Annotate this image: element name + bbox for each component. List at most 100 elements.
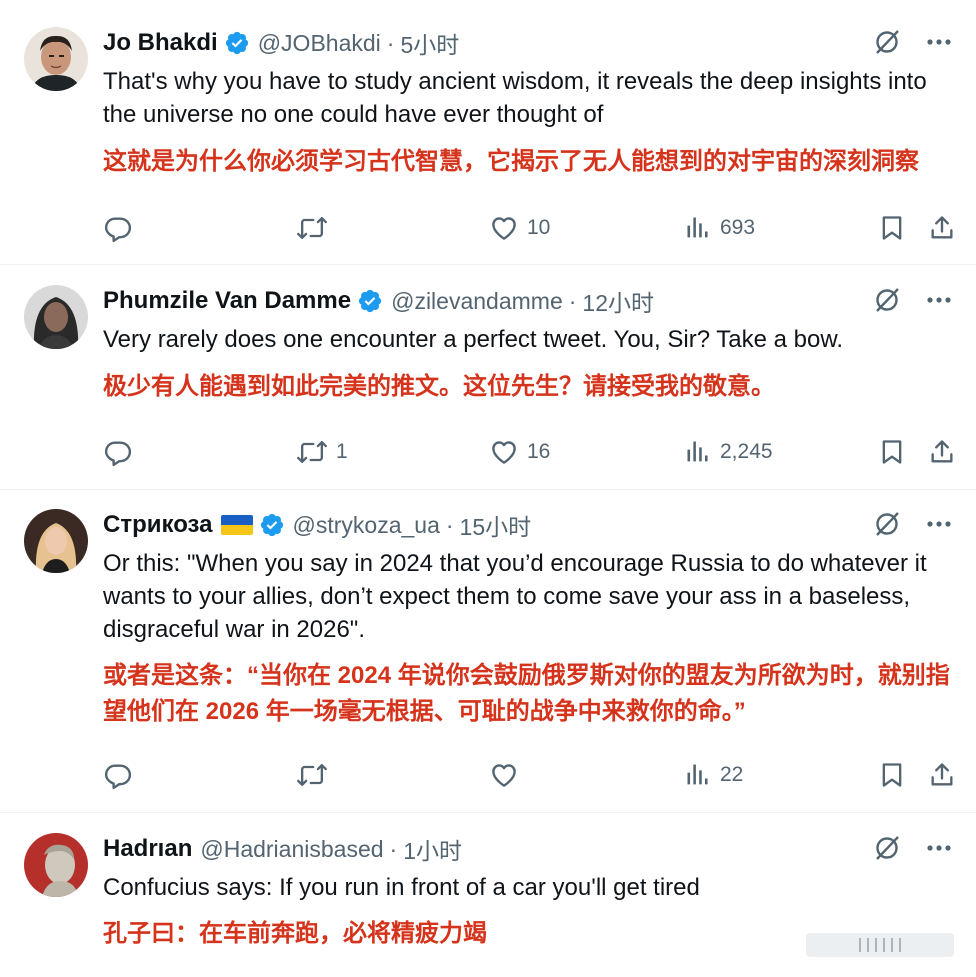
timeline-feed: Jo Bhakdi @JOBhakdi · 5小时 That's why you…: [0, 0, 976, 977]
repost-button[interactable]: [296, 759, 336, 791]
post[interactable]: Phumzile Van Damme @zilevandamme · 12小时 …: [0, 285, 976, 475]
reply-icon: [104, 441, 132, 467]
post-divider: [0, 264, 976, 265]
separator-dot: ·: [389, 835, 398, 862]
views-count: 2,245: [720, 440, 773, 463]
reply-button[interactable]: [103, 212, 141, 244]
like-button[interactable]: 16: [489, 436, 550, 468]
post-header: Hadrıan @Hadrianisbased · 1小时: [103, 833, 462, 865]
separator-dot: ·: [568, 287, 577, 314]
bookmark-button[interactable]: [878, 212, 906, 244]
views-button[interactable]: 22: [684, 759, 743, 791]
more-options-icon[interactable]: [924, 509, 954, 539]
post-divider: [0, 812, 976, 813]
post-top-controls: [872, 509, 954, 539]
more-options-icon[interactable]: [924, 27, 954, 57]
grok-icon[interactable]: [872, 27, 902, 57]
share-icon: [931, 440, 953, 463]
bookmark-button[interactable]: [878, 759, 906, 791]
post-timestamp[interactable]: 5小时: [400, 26, 459, 60]
avatar[interactable]: [24, 27, 88, 91]
post-action-bar: 10 693: [0, 212, 976, 244]
user-handle[interactable]: @JOBhakdi: [258, 30, 381, 57]
post-text: Or this: "When you say in 2024 that you’…: [103, 550, 927, 643]
post-top-controls: [872, 27, 954, 57]
like-icon: [492, 764, 516, 787]
verified-badge-icon: [357, 288, 383, 314]
reply-button[interactable]: [103, 759, 141, 791]
views-button[interactable]: 693: [684, 212, 755, 244]
post-text: Confucius says: If you run in front of a…: [103, 874, 700, 901]
user-handle[interactable]: @zilevandamme: [391, 288, 563, 315]
avatar[interactable]: [24, 509, 88, 573]
like-count: 16: [527, 440, 551, 463]
views-icon: [687, 764, 708, 785]
repost-count: 1: [336, 440, 348, 463]
user-handle[interactable]: @Hadrianisbased: [200, 836, 383, 863]
post-divider: [0, 489, 976, 490]
post[interactable]: Стрикоза @strykoza_ua · 15小时 Or this: "W…: [0, 509, 976, 809]
post-action-bar: 1 16 2,245: [0, 436, 976, 468]
bookmark-icon: [882, 216, 902, 240]
post-top-controls: [872, 833, 954, 863]
post-translation: 或者是这条：“当你在 2024 年说你会鼓励俄罗斯对你的盟友为所欲为时，就别指望…: [103, 662, 950, 725]
share-icon: [931, 763, 953, 786]
post-header: Стрикоза @strykoza_ua · 15小时: [103, 509, 531, 541]
bookmark-icon: [882, 440, 902, 464]
bookmark-button[interactable]: [878, 436, 906, 468]
display-name[interactable]: Phumzile Van Damme: [103, 287, 351, 315]
post[interactable]: Jo Bhakdi @JOBhakdi · 5小时 That's why you…: [0, 27, 976, 267]
grok-icon[interactable]: [872, 285, 902, 315]
display-name[interactable]: Hadrıan: [103, 835, 192, 863]
post-top-controls: [872, 285, 954, 315]
like-icon: [492, 441, 516, 464]
ukraine-flag-icon: [220, 515, 253, 535]
views-icon: [687, 441, 708, 462]
share-button[interactable]: [928, 759, 956, 791]
verified-badge-icon: [259, 512, 285, 538]
share-button[interactable]: [928, 212, 956, 244]
post-text: That's why you have to study ancient wis…: [103, 68, 927, 128]
grok-icon[interactable]: [872, 509, 902, 539]
post-timestamp[interactable]: 15小时: [460, 508, 532, 542]
user-handle[interactable]: @strykoza_ua: [293, 512, 440, 539]
verified-badge-icon: [224, 30, 250, 56]
like-button[interactable]: [489, 759, 527, 791]
views-count: 22: [720, 763, 744, 786]
like-count: 10: [527, 216, 551, 239]
grok-icon[interactable]: [872, 833, 902, 863]
like-button[interactable]: 10: [489, 212, 550, 244]
repost-icon: [297, 440, 327, 464]
like-icon: [492, 217, 516, 240]
post-header: Jo Bhakdi @JOBhakdi · 5小时: [103, 27, 459, 59]
scroll-indicator[interactable]: [806, 933, 954, 957]
bookmark-icon: [882, 763, 902, 787]
post-translation: 极少有人能遇到如此完美的推文。这位先生？请接受我的敬意。: [103, 373, 775, 400]
views-button[interactable]: 2,245: [684, 436, 773, 468]
views-icon: [687, 217, 708, 238]
views-count: 693: [720, 216, 756, 239]
post-translation: 这就是为什么你必须学习古代智慧，它揭示了无人能想到的对宇宙的深刻洞察: [103, 148, 919, 175]
post-text: Very rarely does one encounter a perfect…: [103, 326, 844, 353]
share-button[interactable]: [928, 436, 956, 468]
repost-icon: [297, 216, 327, 240]
share-icon: [931, 216, 953, 239]
more-options-icon[interactable]: [924, 285, 954, 315]
post-timestamp[interactable]: 1小时: [403, 832, 462, 866]
display-name[interactable]: Jo Bhakdi: [103, 29, 218, 57]
post-action-bar: 22: [0, 759, 976, 791]
post-header: Phumzile Van Damme @zilevandamme · 12小时: [103, 285, 654, 317]
post-timestamp[interactable]: 12小时: [582, 284, 654, 318]
repost-icon: [297, 763, 327, 787]
reply-button[interactable]: [103, 436, 141, 468]
reply-icon: [104, 217, 132, 243]
display-name[interactable]: Стрикоза: [103, 511, 213, 539]
avatar[interactable]: [24, 833, 88, 897]
separator-dot: ·: [386, 29, 395, 56]
separator-dot: ·: [445, 511, 454, 538]
repost-button[interactable]: [296, 212, 336, 244]
reply-icon: [104, 764, 132, 790]
repost-button[interactable]: 1: [296, 436, 348, 468]
more-options-icon[interactable]: [924, 833, 954, 863]
avatar[interactable]: [24, 285, 88, 349]
